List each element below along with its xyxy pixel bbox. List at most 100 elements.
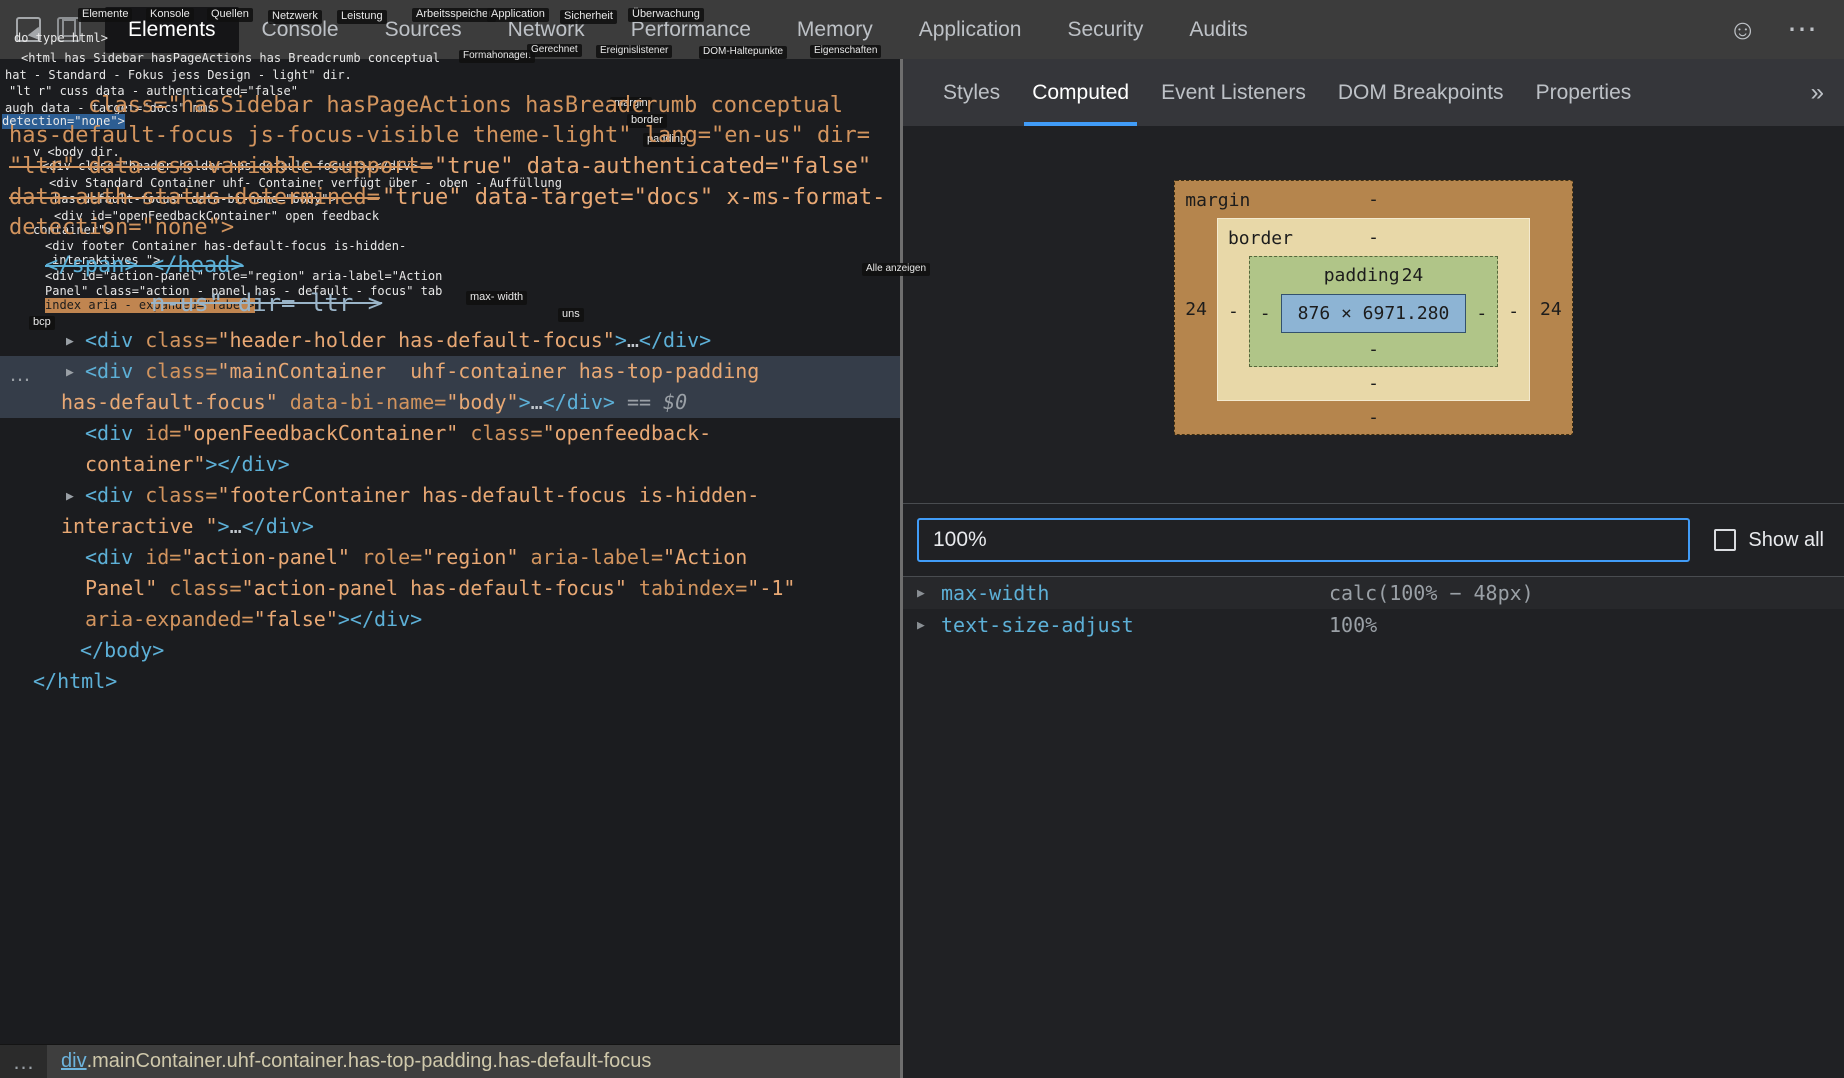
toolbar-icons xyxy=(0,17,97,42)
devtools-window: { "toolbar": { "tabs": [ {"id":"elements… xyxy=(0,0,1844,1078)
dom-tree-node[interactable]: </body> xyxy=(0,635,900,666)
filter-input[interactable] xyxy=(917,518,1690,562)
expand-arrow-icon[interactable]: ▶ xyxy=(66,481,74,512)
tab-memory[interactable]: Memory xyxy=(774,7,896,53)
code-segment: class= xyxy=(133,328,217,352)
devtools-toolbar: ElementsConsoleSourcesNetworkPerformance… xyxy=(0,0,1844,59)
code-segment: < xyxy=(85,421,97,445)
code-segment: "false" xyxy=(254,607,338,631)
code-segment: < xyxy=(85,483,97,507)
sidebar-tab-dom-breakpoints[interactable]: DOM Breakpoints xyxy=(1322,59,1520,126)
tab-sources[interactable]: Sources xyxy=(362,7,485,53)
code-segment: > xyxy=(218,514,230,538)
more-options-icon[interactable]: ⋯ xyxy=(1787,15,1818,45)
show-all-label: Show all xyxy=(1748,529,1824,552)
code-segment: </ xyxy=(80,638,104,662)
margin-bottom-value[interactable]: - xyxy=(1368,407,1379,428)
property-name: max-width xyxy=(941,581,1329,605)
code-segment: body xyxy=(104,638,152,662)
padding-left-value[interactable]: - xyxy=(1250,294,1281,333)
tab-elements[interactable]: Elements xyxy=(105,7,239,53)
more-tabs-icon[interactable]: » xyxy=(1811,59,1844,126)
code-segment: tabindex= xyxy=(627,576,747,600)
code-segment: div xyxy=(97,483,133,507)
code-segment: < xyxy=(85,328,97,352)
sidebar-tab-event-listeners[interactable]: Event Listeners xyxy=(1145,59,1322,126)
dom-tree-node[interactable]: ▶ < div class="header-holder has-default-f… xyxy=(0,325,900,356)
elements-panel: ▶<div class="header-holder has-default-f… xyxy=(0,59,900,1044)
expand-arrow-icon[interactable]: ▶ xyxy=(66,357,74,388)
code-segment: div xyxy=(663,328,699,352)
dom-tree-node[interactable]: </html> xyxy=(0,666,900,697)
padding-bottom-value[interactable]: - xyxy=(1368,339,1379,360)
dom-tree-node[interactable]: <div id="openFeedbackContainer" class="o… xyxy=(0,418,900,449)
dom-tree-node[interactable]: has-default-focus" data-bi-name="body">…… xyxy=(0,387,900,418)
sidebar-tab-computed[interactable]: Computed xyxy=(1016,59,1145,126)
box-model-content-size[interactable]: 876 × 6971.280 xyxy=(1281,294,1467,333)
tab-console[interactable]: Console xyxy=(239,7,362,53)
tab-network[interactable]: Network xyxy=(485,7,608,53)
property-expand-icon[interactable]: ▶ xyxy=(917,586,941,601)
margin-right-value[interactable]: 24 xyxy=(1530,218,1572,401)
inspect-element-icon[interactable] xyxy=(16,17,41,42)
code-segment: </ xyxy=(242,514,266,538)
panel-splitter[interactable] xyxy=(900,59,903,1078)
code-segment: ></ xyxy=(205,452,241,476)
code-segment: container" xyxy=(85,452,205,476)
code-segment: </ xyxy=(33,669,57,693)
dom-tree-node[interactable]: container"></div> xyxy=(0,449,900,480)
code-segment: id= xyxy=(133,545,181,569)
code-segment: </ xyxy=(639,328,663,352)
breadcrumb-item[interactable]: div.mainContainer.uhf-container.has-top-… xyxy=(47,1045,900,1078)
box-model-border: border - - padding 24 - 876 × 69 xyxy=(1217,218,1530,401)
border-left-value[interactable]: - xyxy=(1218,256,1249,367)
padding-top-value[interactable]: 24 xyxy=(1402,265,1424,286)
computed-property-row[interactable]: ▶max-widthcalc(100% − 48px) xyxy=(903,577,1844,609)
tab-application[interactable]: Application xyxy=(896,7,1045,53)
dom-tree-node[interactable]: ▶<div class="mainContainer uhf-container… xyxy=(0,356,900,387)
border-right-value[interactable]: - xyxy=(1498,256,1529,367)
padding-right-value[interactable]: - xyxy=(1466,294,1497,333)
tab-audits[interactable]: Audits xyxy=(1166,7,1270,53)
sidebar-tab-styles[interactable]: Styles xyxy=(927,59,1016,126)
code-segment: > xyxy=(699,328,711,352)
border-top-value[interactable]: - xyxy=(1368,227,1379,248)
dom-tree-node[interactable]: <div id="action-panel" role="region" ari… xyxy=(0,542,900,573)
breadcrumb-bar: … div.mainContainer.uhf-container.has-to… xyxy=(0,1044,900,1078)
code-segment: < xyxy=(85,359,97,383)
sidebar-panel: StylesComputedEvent ListenersDOM Breakpo… xyxy=(903,59,1844,1078)
border-bottom-value[interactable]: - xyxy=(1368,373,1379,394)
sidebar-tabs: StylesComputedEvent ListenersDOM Breakpo… xyxy=(903,59,1844,126)
computed-property-row[interactable]: ▶text-size-adjust100% xyxy=(903,609,1844,641)
dom-tree-node[interactable]: Panel" class="action-panel has-default-f… xyxy=(0,573,900,604)
show-all-control: Show all xyxy=(1714,529,1824,552)
box-model-padding: padding 24 - 876 × 6971.280 - - xyxy=(1249,256,1498,367)
code-segment: "footerContainer has-default-focus is-hi… xyxy=(217,483,759,507)
code-segment: aria-expanded= xyxy=(85,607,254,631)
tab-performance[interactable]: Performance xyxy=(608,7,774,53)
code-segment: > xyxy=(278,452,290,476)
code-segment: > xyxy=(519,390,531,414)
dom-tree-node[interactable]: ▶<div class="footerContainer has-default… xyxy=(0,480,900,511)
code-segment: "-1" xyxy=(747,576,795,600)
code-segment: id= xyxy=(133,421,181,445)
code-segment: div xyxy=(266,514,302,538)
box-model-margin: margin - 24 border - - padding 2 xyxy=(1174,180,1572,435)
margin-top-value[interactable]: - xyxy=(1368,189,1379,210)
margin-left-value[interactable]: 24 xyxy=(1175,218,1217,401)
expand-arrow-icon[interactable]: ▶ xyxy=(66,326,74,357)
code-segment: > xyxy=(152,638,164,662)
sidebar-tab-properties[interactable]: Properties xyxy=(1520,59,1648,126)
code-segment: … xyxy=(230,514,242,538)
breadcrumb-overflow[interactable]: … xyxy=(0,1045,47,1078)
code-segment: "body" xyxy=(446,390,518,414)
device-toolbar-icon[interactable] xyxy=(57,17,81,42)
dom-tree-node[interactable]: interactive ">…</div> xyxy=(0,511,900,542)
show-all-checkbox[interactable] xyxy=(1714,529,1736,551)
property-expand-icon[interactable]: ▶ xyxy=(917,618,941,633)
dom-tree-node[interactable]: aria-expanded="false"></div> xyxy=(0,604,900,635)
code-segment: "header-holder has-default-focus" xyxy=(217,328,614,352)
property-value: 100% xyxy=(1329,613,1377,637)
feedback-smiley-icon[interactable]: ☺ xyxy=(1728,16,1757,44)
tab-security[interactable]: Security xyxy=(1044,7,1166,53)
